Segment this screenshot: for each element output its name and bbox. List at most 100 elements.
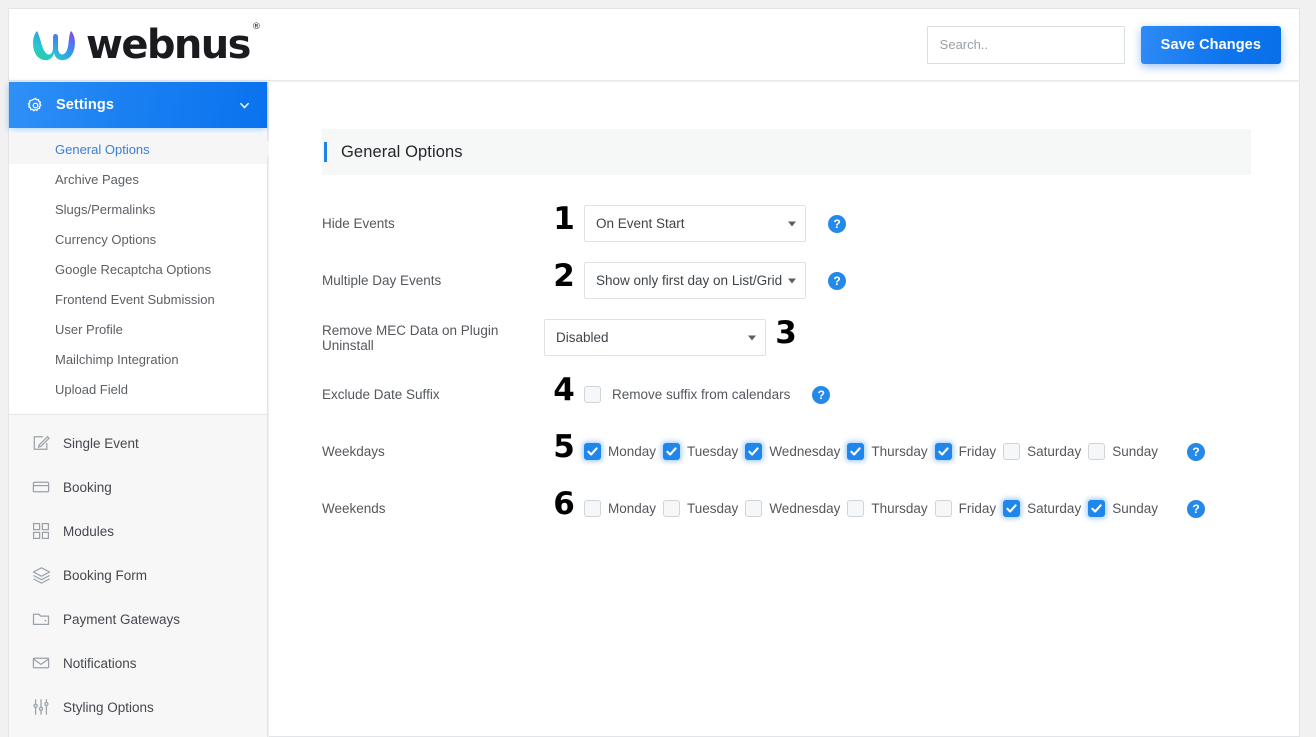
submenu-item-currency-options[interactable]: Currency Options (9, 224, 267, 254)
day-label: Wednesday (769, 444, 841, 459)
sidebar-item-label: Single Event (63, 435, 139, 451)
help-icon[interactable]: ? (828, 214, 846, 233)
card-icon (31, 477, 51, 497)
step-number-annotation: 3 (775, 315, 797, 351)
submenu-item-frontend-event-submission[interactable]: Frontend Event Submission (9, 284, 267, 314)
search-input[interactable] (926, 25, 1125, 64)
checkbox-tuesday[interactable] (663, 500, 681, 517)
layers-icon (31, 565, 51, 585)
step-number-annotation: 2 (553, 258, 575, 294)
sidebar-item-booking-form[interactable]: Booking Form (9, 553, 267, 597)
field-label: Weekdays (322, 444, 385, 459)
help-icon[interactable]: ? (812, 385, 831, 404)
form-row: Exclude Date Suffix 4 Remove suffix from c… (322, 366, 1262, 423)
day-checkbox-item: Thursday (847, 443, 928, 460)
submenu-item-archive-pages[interactable]: Archive Pages (9, 164, 267, 194)
day-checkbox-item: Friday (934, 443, 997, 460)
checkbox-friday[interactable] (934, 443, 952, 460)
brand-name: webnus ® (86, 21, 261, 68)
checkbox-wednesday[interactable] (745, 500, 763, 517)
help-icon[interactable]: ? (1187, 499, 1205, 518)
checkbox-monday[interactable] (584, 443, 601, 460)
submenu-item-upload-field[interactable]: Upload Field (9, 374, 267, 404)
checkbox-field: Remove suffix from calendars (584, 386, 790, 403)
submenu-item-google-recaptcha-options[interactable]: Google Recaptcha Options (9, 254, 267, 284)
content-area: General Options Hide Events 1 On Event Sta… (269, 82, 1300, 737)
select-hide-events[interactable]: On Event Start (584, 205, 806, 242)
sidebar-item-styling-options[interactable]: Styling Options (9, 685, 267, 729)
sidebar-item-notifications[interactable]: Notifications (9, 641, 267, 685)
submenu-item-label: User Profile (55, 321, 123, 337)
submenu-item-general-options[interactable]: General Options (9, 134, 276, 164)
field-label: Multiple Day Events (322, 273, 442, 288)
checkbox-saturday[interactable] (1003, 443, 1021, 460)
select-multiple-day-events[interactable]: Show only first day on List/Grid (584, 262, 806, 299)
day-label: Monday (608, 501, 657, 516)
panel-header: General Options (322, 129, 1251, 175)
checkbox-label: Remove suffix from calendars (612, 387, 791, 402)
day-label: Sunday (1112, 501, 1158, 516)
sidebar-item-payment-gateways[interactable]: Payment Gateways (9, 597, 267, 641)
grid-icon (31, 521, 51, 541)
checkbox-tuesday[interactable] (663, 443, 681, 460)
day-checkbox-group: Monday Tuesday Wednesday Thursday Friday Satu… (584, 443, 1165, 460)
form-row: Hide Events 1 On Event Start? (322, 195, 1262, 252)
checkbox-saturday[interactable] (1003, 500, 1021, 517)
panel-accent-bar (324, 142, 327, 162)
top-bar-actions: Save Changes (926, 25, 1281, 64)
select-remove-mec-data-on-plugin-uninstall[interactable]: Disabled (544, 319, 766, 356)
day-label: Monday (608, 444, 657, 459)
help-icon[interactable]: ? (828, 271, 846, 290)
day-checkbox-item: Tuesday (663, 500, 738, 517)
checkbox-remove-suffix[interactable] (584, 386, 601, 403)
checkbox-friday[interactable] (934, 500, 952, 517)
sliders-icon (31, 697, 51, 717)
settings-page: webnus ® Save Changes Settings (0, 0, 1316, 737)
field-label: Weekends (322, 501, 386, 516)
sidebar-item-single-event[interactable]: Single Event (9, 421, 267, 465)
submenu-item-label: Frontend Event Submission (55, 291, 215, 307)
gear-icon (27, 97, 44, 114)
checkbox-thursday[interactable] (847, 500, 865, 517)
general-options-form: Hide Events 1 On Event Start? Multiple Day … (322, 195, 1262, 537)
chevron-down-icon[interactable] (238, 99, 251, 112)
edit-square-icon (31, 433, 51, 453)
submenu-item-slugs-permalinks[interactable]: Slugs/Permalinks (9, 194, 267, 224)
save-changes-button[interactable]: Save Changes (1140, 25, 1281, 64)
select-wrapper: Show only first day on List/Grid (584, 262, 806, 299)
submenu-item-user-profile[interactable]: User Profile (9, 314, 267, 344)
step-number-annotation: 1 (553, 201, 575, 237)
checkbox-sunday[interactable] (1088, 443, 1106, 460)
checkbox-wednesday[interactable] (745, 443, 763, 460)
day-label: Saturday (1027, 501, 1082, 516)
submenu-item-label: Mailchimp Integration (55, 351, 179, 367)
brand-logo: webnus ® (31, 21, 261, 68)
sidebar-item-label: Booking (63, 479, 112, 495)
form-row: Weekdays 5 Monday Tuesday Wednesday Thursday F… (322, 423, 1262, 480)
sidebar-item-booking[interactable]: Booking (9, 465, 267, 509)
submenu-item-mailchimp-integration[interactable]: Mailchimp Integration (9, 344, 267, 374)
folder-icon (31, 609, 51, 629)
checkbox-sunday[interactable] (1088, 500, 1106, 517)
day-checkbox-item: Sunday (1088, 443, 1158, 460)
registered-mark: ® (251, 21, 261, 32)
sidebar-item-settings[interactable]: Settings (9, 82, 267, 128)
envelope-icon (31, 653, 51, 673)
checkbox-thursday[interactable] (847, 443, 865, 460)
day-checkbox-item: Monday (584, 500, 656, 517)
day-checkbox-group: Monday Tuesday Wednesday Thursday Friday Satu… (584, 500, 1165, 517)
submenu-item-label: General Options (55, 141, 150, 157)
checkbox-monday[interactable] (584, 500, 601, 517)
day-checkbox-item: Tuesday (663, 443, 738, 460)
main-menu: Single Event Booking Modules Booking Form Pa… (9, 415, 267, 729)
day-checkbox-item: Saturday (1003, 443, 1081, 460)
sidebar-item-modules[interactable]: Modules (9, 509, 267, 553)
select-wrapper: On Event Start (584, 205, 806, 242)
field-label: Exclude Date Suffix (322, 387, 440, 402)
day-checkbox-item: Sunday (1088, 500, 1158, 517)
day-label: Sunday (1112, 444, 1158, 459)
day-label: Friday (958, 444, 997, 459)
help-icon[interactable]: ? (1187, 442, 1205, 461)
brand-name-text: webnus (86, 21, 251, 68)
day-label: Tuesday (687, 444, 739, 459)
